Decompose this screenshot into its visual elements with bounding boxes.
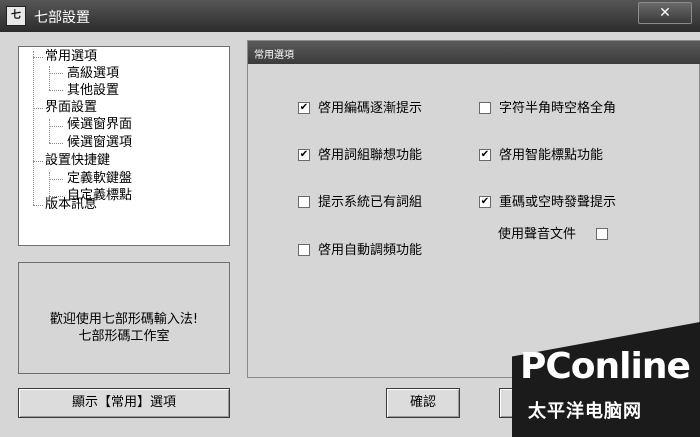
tree-item-interface[interactable]: 界面設置 — [45, 100, 97, 116]
option-label: 啓用編碼逐漸提示 — [318, 101, 423, 116]
tree-item-common[interactable]: 常用選項 — [45, 49, 97, 65]
option-label: 啓用自動調頻功能 — [318, 243, 423, 258]
tree-item-candidate-opt[interactable]: 候選窗選項 — [67, 135, 132, 151]
checkbox-system-phrases[interactable] — [298, 196, 310, 208]
welcome-panel: 歡迎使用七部形碼輸入法! 七部形碼工作室 — [18, 262, 230, 374]
watermark-subtitle: 太平洋电脑网 — [528, 401, 642, 422]
studio-name: 七部形碼工作室 — [78, 329, 170, 344]
settings-window: 七 七部設置 ✕ 常用選項 高級選項 其他設置 界面設置 候選窗界面 候選窗選項… — [0, 0, 700, 437]
settings-tree[interactable]: 常用選項 高級選項 其他設置 界面設置 候選窗界面 候選窗選項 設置快捷鍵 定義… — [18, 46, 230, 246]
close-icon: ✕ — [659, 5, 671, 21]
options-header-title: 常用選項 — [254, 50, 294, 61]
tree-connector — [49, 90, 63, 91]
tree-connector — [49, 73, 63, 74]
tree-connector — [33, 205, 43, 206]
checkbox-smart-punctuation[interactable]: ✔ — [479, 149, 491, 161]
tree-connector — [33, 161, 43, 162]
confirm-button[interactable]: 確認 — [386, 388, 460, 418]
option-label: 字符半角時空格全角 — [499, 101, 617, 116]
option-label: 使用聲音文件 — [498, 227, 577, 242]
tree-connector — [33, 57, 43, 58]
checkbox-auto-frequency[interactable] — [298, 244, 310, 256]
watermark-logo: PConline — [520, 346, 691, 387]
pconline-watermark: PConline 太平洋电脑网 — [512, 322, 700, 437]
options-header: 常用選項 — [248, 41, 700, 64]
tree-item-candidate-ui[interactable]: 候選窗界面 — [67, 117, 132, 133]
tree-connector — [49, 119, 50, 143]
checkbox-sound-prompt[interactable]: ✔ — [479, 196, 491, 208]
option-label: 啓用智能標點功能 — [499, 148, 604, 163]
app-icon: 七 — [6, 6, 26, 26]
tree-item-other[interactable]: 其他設置 — [67, 83, 119, 99]
tree-connector — [49, 179, 63, 180]
close-button[interactable]: ✕ — [638, 2, 692, 24]
checkbox-fullwidth-space[interactable] — [479, 102, 491, 114]
show-common-options-button[interactable]: 顯示【常用】選項 — [18, 388, 230, 418]
tree-connector — [49, 66, 50, 90]
title-bar[interactable]: 七 七部設置 ✕ — [0, 0, 700, 32]
tree-connector — [33, 108, 43, 109]
tree-connector — [33, 51, 34, 205]
checkbox-sound-file[interactable] — [596, 228, 608, 240]
checkbox-phrase-association[interactable]: ✔ — [298, 149, 310, 161]
tree-item-version[interactable]: 版本訊息 — [45, 197, 97, 213]
tree-item-soft-keyboard[interactable]: 定義軟鍵盤 — [67, 171, 132, 187]
tree-item-shortcuts[interactable]: 設置快捷鍵 — [45, 153, 110, 169]
tree-connector — [49, 172, 50, 196]
option-label: 重碼或空時發聲提示 — [499, 195, 617, 210]
checkbox-encoding-hint[interactable]: ✔ — [298, 102, 310, 114]
tree-connector — [49, 126, 63, 127]
option-label: 啓用詞組聯想功能 — [318, 148, 423, 163]
tree-connector — [49, 143, 63, 144]
tree-item-advanced[interactable]: 高級選項 — [67, 66, 119, 82]
window-title: 七部設置 — [34, 10, 90, 26]
option-label: 提示系統已有詞組 — [318, 195, 423, 210]
